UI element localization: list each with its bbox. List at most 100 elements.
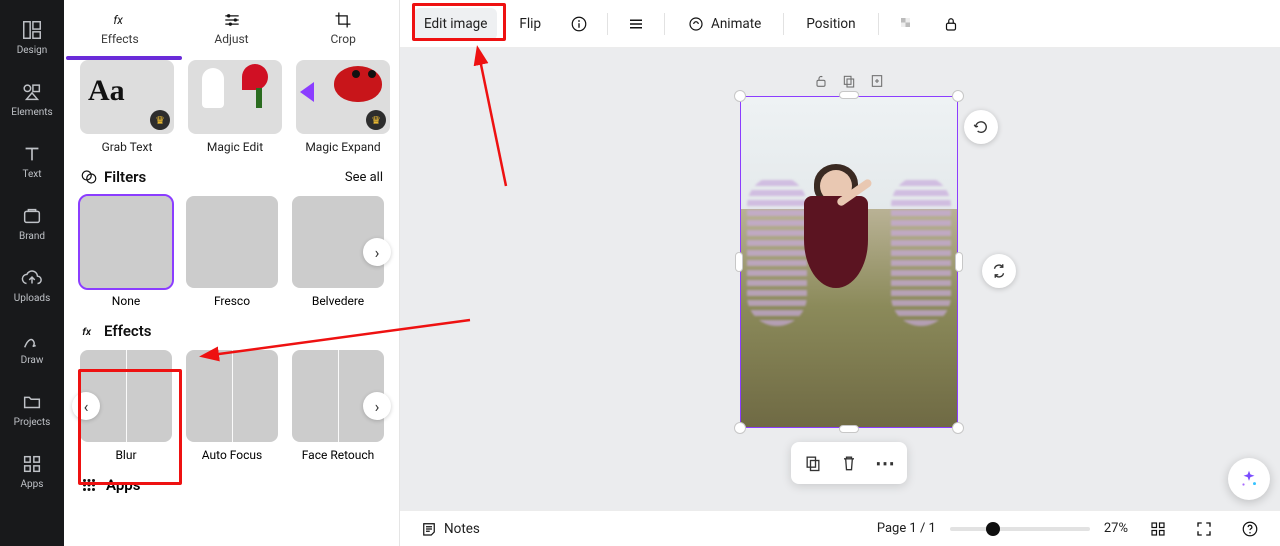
separator bbox=[607, 13, 608, 35]
resize-handle-mt[interactable] bbox=[839, 91, 859, 99]
rotate-button[interactable] bbox=[964, 110, 998, 144]
effect-thumb bbox=[186, 350, 278, 442]
menu-icon bbox=[627, 15, 645, 33]
sparkle-icon bbox=[1238, 468, 1260, 490]
resize-handle-tl[interactable] bbox=[734, 90, 746, 102]
nav-label: Design bbox=[17, 45, 48, 56]
transparency-button[interactable] bbox=[891, 8, 923, 40]
trash-icon bbox=[839, 453, 859, 473]
page-indicator[interactable]: Page 1 / 1 bbox=[877, 521, 936, 536]
effects-next-button[interactable]: › bbox=[363, 392, 391, 420]
tool-magic-expand[interactable]: ♛ Magic Expand bbox=[296, 60, 390, 154]
fx-icon: fx bbox=[80, 322, 98, 340]
info-button[interactable] bbox=[563, 8, 595, 40]
filter-fresco[interactable]: Fresco bbox=[186, 196, 278, 308]
sync-icon bbox=[990, 262, 1008, 280]
canvas[interactable]: ⋯ bbox=[400, 48, 1280, 510]
duplicate-icon bbox=[803, 453, 823, 473]
resize-handle-br[interactable] bbox=[952, 422, 964, 434]
crop-icon bbox=[333, 10, 353, 30]
button-label: Notes bbox=[444, 521, 480, 537]
text-icon bbox=[21, 143, 43, 165]
fullscreen-icon bbox=[1195, 520, 1213, 538]
tab-effects[interactable]: fx Effects bbox=[64, 10, 176, 46]
filters-next-button[interactable]: › bbox=[363, 238, 391, 266]
magic-button[interactable] bbox=[1228, 458, 1270, 500]
help-button[interactable] bbox=[1234, 513, 1266, 545]
delete-button[interactable] bbox=[839, 453, 859, 473]
edit-image-button[interactable]: Edit image bbox=[414, 8, 497, 40]
edit-image-panel: fx Effects Adjust Crop Aa ♛ Grab Text bbox=[64, 0, 400, 546]
status-bar: Notes Page 1 / 1 27% bbox=[400, 510, 1280, 546]
effect-auto-focus[interactable]: Auto Focus bbox=[186, 350, 278, 462]
zoom-knob[interactable] bbox=[986, 522, 1000, 536]
zoom-slider[interactable] bbox=[950, 527, 1090, 531]
position-button[interactable]: Position bbox=[796, 8, 865, 40]
effects-prev-button[interactable]: ‹ bbox=[72, 392, 100, 420]
resize-handle-bl[interactable] bbox=[734, 422, 746, 434]
image-frame bbox=[740, 96, 958, 428]
tab-crop[interactable]: Crop bbox=[287, 10, 399, 46]
tab-adjust[interactable]: Adjust bbox=[176, 10, 288, 46]
element-quick-actions bbox=[812, 72, 886, 90]
tool-thumb bbox=[188, 60, 282, 134]
nav-design[interactable]: Design bbox=[0, 6, 64, 68]
brand-icon bbox=[21, 205, 43, 227]
filter-thumb bbox=[80, 196, 172, 288]
resize-handle-mr[interactable] bbox=[955, 252, 963, 272]
premium-icon: ♛ bbox=[366, 110, 386, 130]
duplicate-icon[interactable] bbox=[840, 72, 858, 90]
tool-label: Magic Expand bbox=[296, 140, 390, 154]
filter-label: None bbox=[80, 294, 172, 308]
animate-icon bbox=[687, 15, 705, 33]
unlock-icon[interactable] bbox=[812, 72, 830, 90]
list-button[interactable] bbox=[620, 8, 652, 40]
resize-handle-ml[interactable] bbox=[735, 252, 743, 272]
effect-label: Auto Focus bbox=[186, 448, 278, 462]
filter-thumb bbox=[186, 196, 278, 288]
fullscreen-button[interactable] bbox=[1188, 513, 1220, 545]
effects-heading: fx Effects bbox=[80, 322, 383, 340]
section-title: Filters bbox=[104, 168, 146, 186]
separator bbox=[664, 13, 665, 35]
grid-view-button[interactable] bbox=[1142, 513, 1174, 545]
tool-thumb: Aa ♛ bbox=[80, 60, 174, 134]
lock-icon bbox=[942, 15, 960, 33]
upload-icon bbox=[21, 267, 43, 289]
nav-brand[interactable]: Brand bbox=[0, 192, 64, 254]
sync-button[interactable] bbox=[982, 254, 1016, 288]
nav-uploads[interactable]: Uploads bbox=[0, 254, 64, 316]
folder-icon bbox=[21, 391, 43, 413]
flip-button[interactable]: Flip bbox=[509, 8, 551, 40]
nav-draw[interactable]: Draw bbox=[0, 316, 64, 378]
button-label: Animate bbox=[711, 16, 761, 32]
more-button[interactable]: ⋯ bbox=[875, 451, 895, 475]
nav-apps[interactable]: Apps bbox=[0, 440, 64, 502]
gridview-icon bbox=[1149, 520, 1167, 538]
resize-handle-mb[interactable] bbox=[839, 425, 859, 433]
animate-button[interactable]: Animate bbox=[677, 8, 771, 40]
nav-label: Brand bbox=[19, 231, 45, 242]
selected-image[interactable]: ⋯ bbox=[740, 96, 958, 428]
lock-button[interactable] bbox=[935, 8, 967, 40]
filter-none[interactable]: None bbox=[80, 196, 172, 308]
tool-grab-text[interactable]: Aa ♛ Grab Text bbox=[80, 60, 174, 154]
nav-label: Projects bbox=[14, 417, 51, 428]
resize-handle-tr[interactable] bbox=[952, 90, 964, 102]
shapes-icon bbox=[21, 81, 43, 103]
duplicate-button[interactable] bbox=[803, 453, 823, 473]
nav-label: Apps bbox=[21, 479, 44, 490]
nav-projects[interactable]: Projects bbox=[0, 378, 64, 440]
zoom-value[interactable]: 27% bbox=[1104, 521, 1128, 536]
tool-label: Grab Text bbox=[80, 140, 174, 154]
nav-text[interactable]: Text bbox=[0, 130, 64, 192]
nav-elements[interactable]: Elements bbox=[0, 68, 64, 130]
tool-magic-edit[interactable]: Magic Edit bbox=[188, 60, 282, 154]
see-all-link[interactable]: See all bbox=[345, 170, 383, 185]
apps-icon bbox=[80, 476, 98, 494]
nav-label: Text bbox=[22, 169, 41, 180]
add-page-icon[interactable] bbox=[868, 72, 886, 90]
notes-button[interactable]: Notes bbox=[414, 513, 486, 545]
tab-label: Crop bbox=[331, 32, 356, 46]
filters-row: None Fresco Belvedere › bbox=[80, 196, 383, 308]
